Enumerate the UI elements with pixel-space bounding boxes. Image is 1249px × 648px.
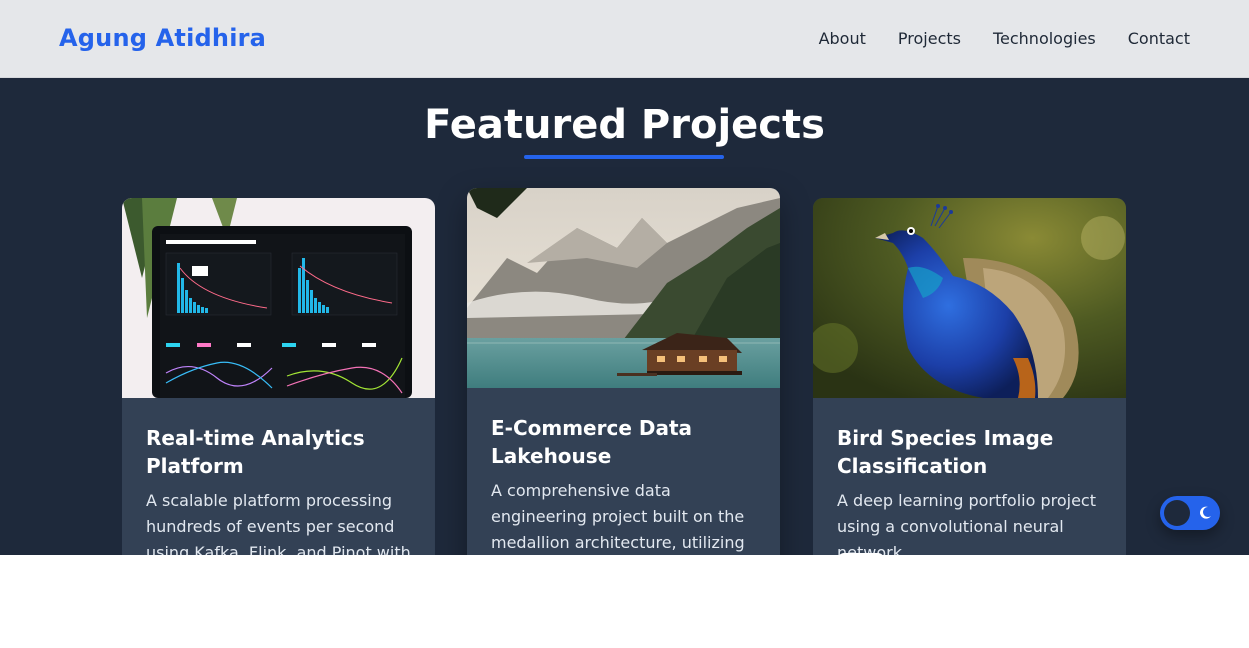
brand-logo-text[interactable]: Agung Atidhira xyxy=(59,24,266,52)
tech-tag xyxy=(838,553,884,555)
nav-about[interactable]: About xyxy=(819,29,866,48)
title-underline xyxy=(524,155,724,159)
project-card-lakehouse[interactable]: E-Commerce Data Lakehouse A comprehensiv… xyxy=(467,188,780,555)
project-card-bird[interactable]: Bird Species Image Classification A deep… xyxy=(813,198,1126,555)
nav-technologies[interactable]: Technologies xyxy=(993,29,1096,48)
project-title: Bird Species Image Classification xyxy=(837,426,1054,478)
theme-toggle-switch[interactable] xyxy=(1160,496,1220,530)
section-title: Featured Projects xyxy=(424,102,825,148)
toggle-knob xyxy=(1164,500,1190,526)
project-image-bird xyxy=(813,198,1126,398)
project-image-lakehouse xyxy=(467,188,780,388)
project-title: Real-time Analytics Platform xyxy=(146,426,365,478)
project-card-analytics[interactable]: Real-time Analytics Platform A scalable … xyxy=(122,198,435,555)
project-description: A scalable platform processing hundreds … xyxy=(146,491,411,555)
project-image-analytics xyxy=(122,198,435,398)
nav-projects[interactable]: Projects xyxy=(898,29,961,48)
nav-contact[interactable]: Contact xyxy=(1128,29,1190,48)
site-header: Agung Atidhira About Projects Technologi… xyxy=(0,0,1249,78)
featured-projects-section: Featured Projects Real-time Analytics Pl… xyxy=(0,78,1249,555)
project-description: A deep learning portfolio project using … xyxy=(837,491,1096,555)
moon-icon xyxy=(1200,506,1211,519)
main-nav: About Projects Technologies Contact xyxy=(787,29,1190,48)
project-description: A comprehensive data engineering project… xyxy=(491,481,745,552)
project-title: E-Commerce Data Lakehouse xyxy=(491,416,693,468)
